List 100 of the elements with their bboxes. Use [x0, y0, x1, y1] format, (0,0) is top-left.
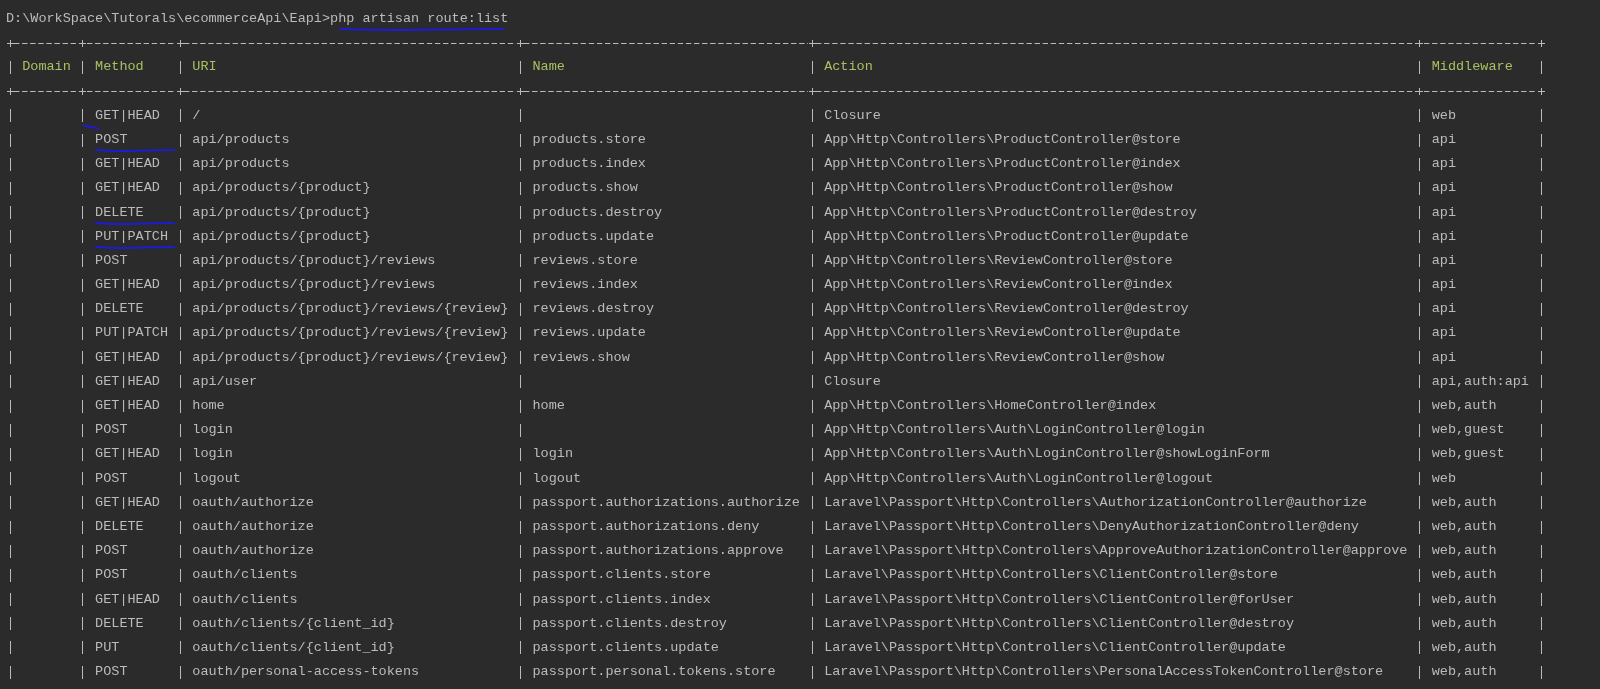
table-cell: GET|HEAD — [95, 156, 160, 172]
table-cell: GET|HEAD — [95, 446, 160, 462]
table-cell: api/products/{product} — [192, 228, 371, 244]
table-cell: oauth/clients — [192, 567, 298, 583]
table-cell: passport.clients.destroy — [532, 615, 727, 631]
table-cell: DELETE — [95, 301, 144, 317]
table-cell: web,auth — [1431, 615, 1497, 631]
column-header: Name — [532, 59, 565, 75]
table-cell: api — [1431, 228, 1457, 244]
table-cell: api/products/{product}/reviews/{review} — [192, 325, 509, 341]
table-cell: reviews.update — [532, 325, 646, 341]
table-cell: POST — [95, 543, 128, 559]
table-cell: products.update — [532, 228, 655, 244]
table-cell: api/products — [192, 156, 290, 172]
column-header: Domain — [22, 59, 71, 75]
table-cell: POST — [95, 567, 128, 583]
table-cell: api — [1431, 325, 1457, 341]
table-cell: Laravel\Passport\Http\Controllers\PersonalAccessTokenController@store — [824, 664, 1384, 680]
table-cell: web,auth — [1431, 494, 1497, 510]
table-cell: web,auth — [1431, 567, 1497, 583]
table-cell: Laravel\Passport\Http\Controllers\ClientController@store — [824, 567, 1278, 583]
table-cell: passport.authorizations.approve — [532, 543, 784, 559]
table-cell: GET|HEAD — [95, 107, 160, 123]
table-cell: api — [1431, 349, 1457, 365]
column-header: Action — [824, 59, 873, 75]
table-cell: api — [1431, 204, 1457, 220]
table-cell: oauth/authorize — [192, 518, 314, 534]
table-cell: passport.authorizations.authorize — [532, 494, 800, 510]
table-cell: App\Http\Controllers\ReviewController@index — [824, 277, 1173, 293]
table-cell: api/products/{product}/reviews/{review} — [192, 349, 509, 365]
table-cell: oauth/authorize — [192, 543, 314, 559]
table-cell: GET|HEAD — [95, 494, 160, 510]
table-cell: App\Http\Controllers\ProductController@index — [824, 156, 1181, 172]
table-cell: App\Http\Controllers\ReviewController@destroy — [824, 301, 1189, 317]
table-cell: api — [1431, 131, 1457, 147]
table-cell: api/products/{product} — [192, 180, 371, 196]
table-cell: logout — [532, 470, 582, 486]
table-cell: DELETE — [95, 518, 144, 534]
table-cell: Laravel\Passport\Http\Controllers\DenyAuthorizationController@deny — [824, 518, 1359, 534]
table-cell: web,auth — [1431, 591, 1497, 607]
table-cell: home — [532, 398, 565, 413]
table-cell: POST — [95, 422, 128, 438]
table-cell: POST — [95, 252, 128, 268]
table-cell: api/products/{product}/reviews/{review} — [192, 301, 509, 317]
table-cell: passport.clients.store — [532, 567, 711, 583]
table-cell: PUT|PATCH — [95, 325, 168, 341]
table-cell: PUT — [95, 639, 120, 655]
table-cell: login — [532, 446, 574, 462]
table-cell: web,auth — [1431, 639, 1497, 655]
table-cell: api — [1431, 252, 1457, 268]
table-cell: products.index — [532, 156, 646, 172]
table-cell: GET|HEAD — [95, 373, 160, 389]
table-cell: Laravel\Passport\Http\Controllers\ClientController@destroy — [824, 615, 1295, 631]
table-cell: api/products/{product}/reviews — [192, 277, 436, 293]
table-cell: login — [192, 422, 233, 438]
table-cell: DELETE — [95, 204, 144, 220]
table-cell: web,auth — [1431, 398, 1497, 413]
table-cell: POST — [95, 664, 128, 680]
table-cell: api — [1431, 301, 1457, 317]
table-cell: App\Http\Controllers\HomeController@index — [824, 398, 1157, 413]
table-cell: web,auth — [1431, 664, 1497, 680]
column-header: Method — [95, 59, 144, 75]
table-cell: Laravel\Passport\Http\Controllers\ClientController@update — [824, 639, 1286, 655]
table-cell: reviews.store — [532, 252, 638, 268]
table-cell: products.store — [532, 131, 646, 147]
column-header: URI — [192, 59, 217, 75]
table-cell: PUT|PATCH — [95, 228, 168, 244]
table-cell: api/products — [192, 131, 290, 147]
table-cell: App\Http\Controllers\ReviewController@store — [824, 252, 1173, 268]
table-cell: passport.clients.index — [532, 591, 711, 607]
table-cell: web,guest — [1431, 446, 1505, 462]
table-cell: passport.clients.update — [532, 639, 719, 655]
table-cell: App\Http\Controllers\Auth\LoginController@logout — [824, 470, 1213, 486]
column-header: Middleware — [1431, 59, 1513, 75]
table-cell: POST — [95, 131, 128, 147]
command-prompt: D:\WorkSpace\Tutorals\ecommerceApi\Eapi> — [6, 10, 331, 28]
table-cell: reviews.show — [532, 349, 630, 365]
table-cell: GET|HEAD — [95, 398, 160, 413]
table-cell: web — [1431, 107, 1457, 123]
table-cell: reviews.index — [532, 277, 638, 293]
table-cell: login — [192, 446, 233, 462]
table-cell: products.show — [532, 180, 638, 196]
table-cell: Laravel\Passport\Http\Controllers\ClientController@forUser — [824, 591, 1295, 607]
table-cell: passport.authorizations.deny — [532, 518, 760, 534]
table-cell: GET|HEAD — [95, 591, 160, 607]
table-cell: oauth/personal-access-tokens — [192, 664, 420, 680]
table-cell: Closure — [824, 373, 881, 389]
table-cell: oauth/authorize — [192, 494, 314, 510]
table-cell: DELETE — [95, 615, 144, 631]
table-cell: App\Http\Controllers\ReviewController@update — [824, 325, 1181, 341]
table-cell: Closure — [824, 107, 881, 123]
table-cell: GET|HEAD — [95, 349, 160, 365]
table-cell: web,guest — [1431, 422, 1505, 438]
table-cell: products.destroy — [532, 204, 663, 220]
table-cell: passport.personal.tokens.store — [532, 664, 776, 680]
table-cell: App\Http\Controllers\ProductController@destroy — [824, 204, 1197, 220]
table-cell: App\Http\Controllers\ReviewController@show — [824, 349, 1165, 365]
table-cell: Laravel\Passport\Http\Controllers\ApproveAuthorizationController@approve — [824, 543, 1408, 559]
table-cell: web — [1431, 470, 1457, 486]
table-cell: oauth/clients/{client_id} — [192, 639, 395, 655]
